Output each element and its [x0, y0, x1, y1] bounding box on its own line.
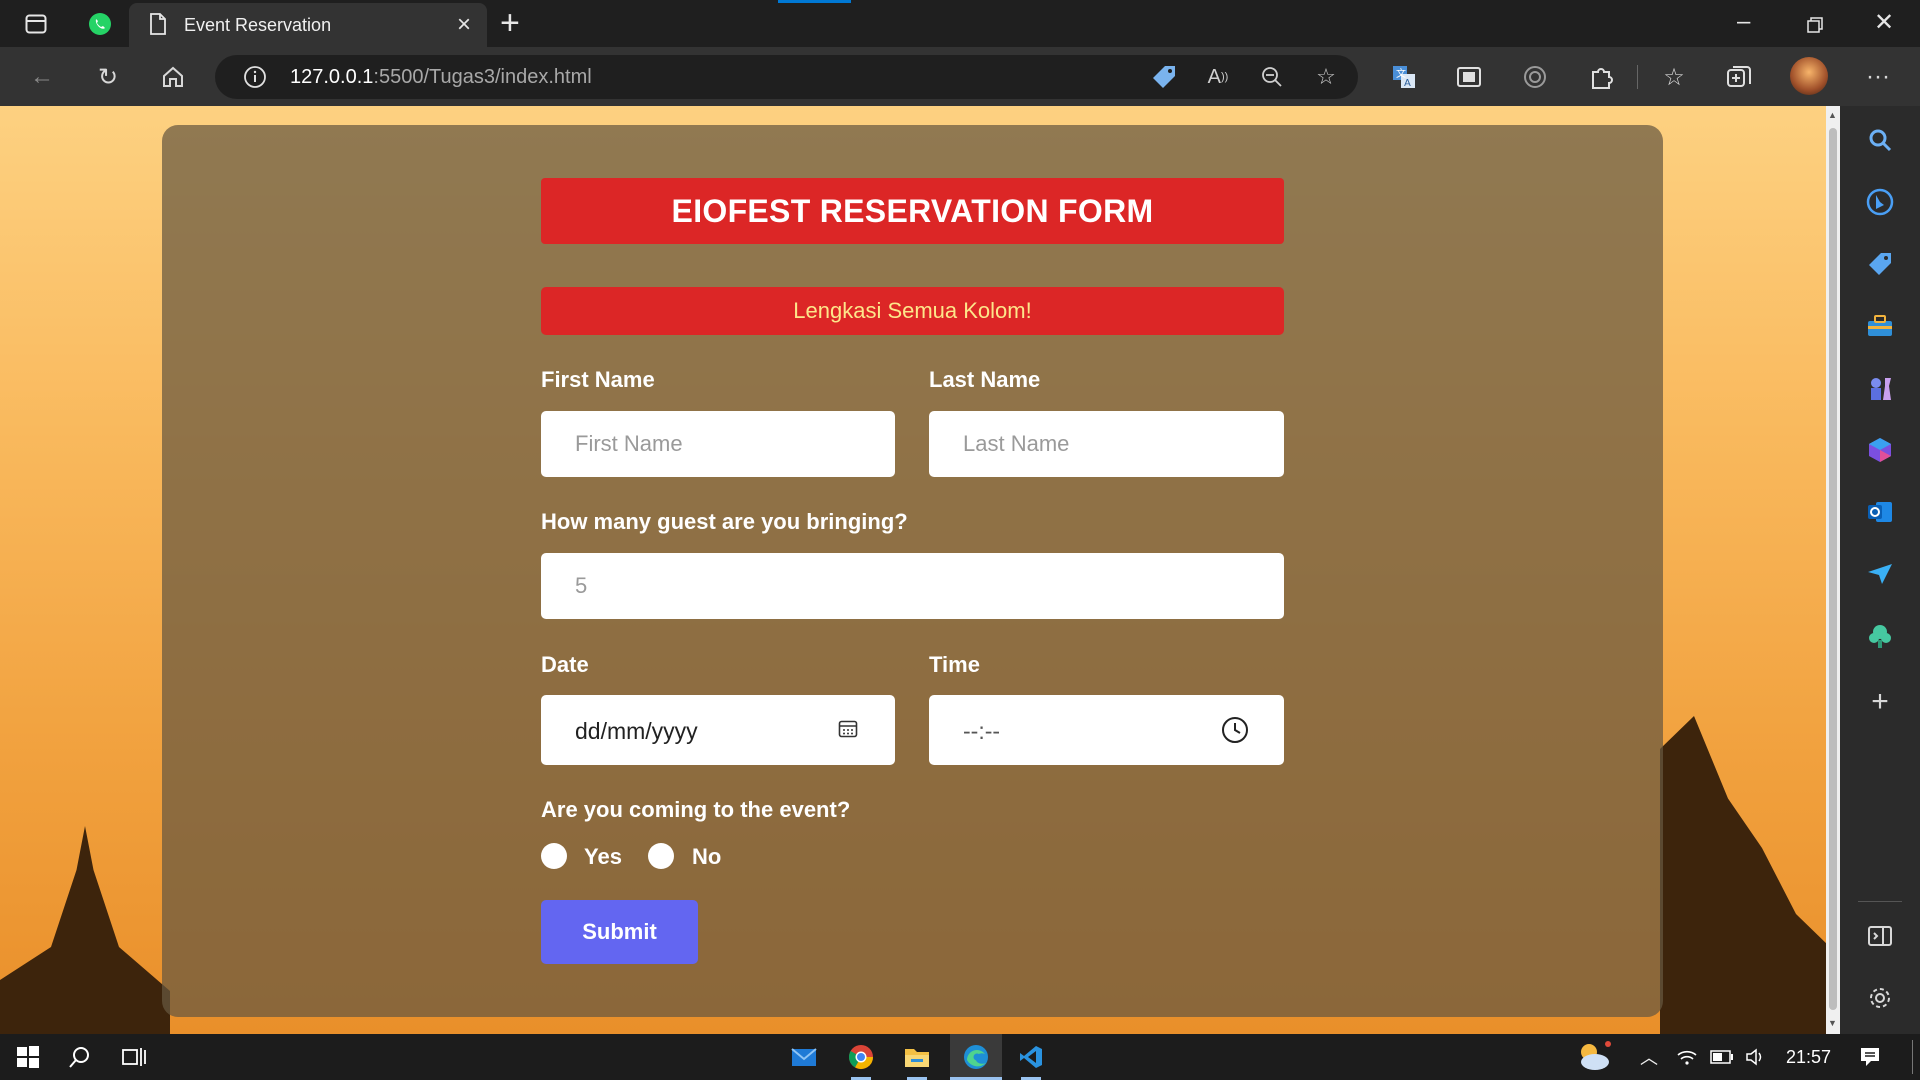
notifications-icon[interactable]: [1850, 1040, 1890, 1074]
favorites-icon[interactable]: ☆: [1658, 61, 1690, 93]
calendar-icon[interactable]: [838, 719, 858, 745]
windows-start-icon[interactable]: [8, 1040, 48, 1074]
clock-icon[interactable]: [1221, 716, 1249, 750]
tab-actions-icon[interactable]: [22, 10, 50, 38]
edge-sidebar: +: [1840, 106, 1920, 1034]
read-aloud-icon[interactable]: A)): [1204, 63, 1232, 91]
attend-label: Are you coming to the event?: [541, 797, 851, 822]
last-name-input[interactable]: [929, 411, 1284, 477]
tree-icon[interactable]: [1864, 620, 1896, 652]
tools-briefcase-icon[interactable]: [1864, 310, 1896, 342]
restore-icon[interactable]: [1807, 12, 1823, 40]
radio-no-label[interactable]: No: [692, 844, 721, 870]
task-view-icon[interactable]: [114, 1040, 154, 1074]
submit-button[interactable]: Submit: [541, 900, 698, 964]
tab-event-reservation[interactable]: Event Reservation ×: [129, 3, 487, 47]
search-icon[interactable]: [1864, 124, 1896, 156]
windows-taskbar: ︿ 21:57: [0, 1034, 1920, 1080]
browser-titlebar: Event Reservation × + – ✕: [0, 0, 1920, 47]
toolbar-divider: [1637, 65, 1638, 89]
shopping-tag-icon[interactable]: [1864, 248, 1896, 280]
browser-toolbar: ← ↻ 127.0.0.1:5500/Tugas3/index.html A))…: [0, 47, 1920, 106]
tracking-prevention-icon[interactable]: [1519, 61, 1551, 93]
svg-text:A: A: [1404, 78, 1411, 89]
time-label: Time: [929, 652, 980, 677]
site-info-icon[interactable]: [241, 63, 269, 91]
microsoft-365-icon[interactable]: [1864, 434, 1896, 466]
first-name-label: First Name: [541, 367, 655, 392]
file-explorer-icon[interactable]: [897, 1040, 937, 1074]
collections-icon[interactable]: [1723, 61, 1755, 93]
date-input[interactable]: dd/mm/yyyy: [541, 695, 895, 765]
back-icon[interactable]: ←: [26, 61, 58, 93]
date-label: Date: [541, 652, 589, 677]
address-bar[interactable]: 127.0.0.1:5500/Tugas3/index.html A)) ☆: [215, 55, 1358, 99]
url-host: 127.0.0.1: [290, 66, 374, 88]
taskbar-search-icon[interactable]: [60, 1040, 100, 1074]
add-sidebar-app-icon[interactable]: +: [1864, 685, 1896, 718]
more-options-icon[interactable]: ···: [1862, 61, 1894, 93]
page-icon: [149, 13, 167, 40]
guests-label: How many guest are you bringing?: [541, 509, 908, 534]
drop-send-icon[interactable]: [1864, 558, 1896, 590]
vscode-app-icon[interactable]: [1011, 1040, 1051, 1074]
edge-app-icon[interactable]: [956, 1040, 996, 1074]
taskbar-clock[interactable]: 21:57: [1786, 1047, 1831, 1068]
immersive-reader-icon[interactable]: [1453, 61, 1485, 93]
radio-yes[interactable]: [541, 843, 567, 869]
profile-avatar[interactable]: [1790, 57, 1828, 95]
weather-icon[interactable]: [1573, 1040, 1613, 1074]
hide-sidebar-icon[interactable]: [1864, 920, 1896, 952]
validation-alert: Lengkasi Semua Kolom!: [541, 287, 1284, 335]
form-title: EIOFEST RESERVATION FORM: [541, 178, 1284, 244]
games-icon[interactable]: [1864, 372, 1896, 404]
zoom-out-icon[interactable]: [1258, 63, 1286, 91]
scroll-up-icon[interactable]: ▲: [1828, 110, 1837, 120]
tab-title: Event Reservation: [184, 15, 332, 35]
page-scrollbar[interactable]: ▲ ▼: [1826, 106, 1840, 1034]
show-desktop-button[interactable]: [1912, 1040, 1913, 1074]
temple-silhouette-left: [0, 826, 170, 1034]
radio-no[interactable]: [648, 843, 674, 869]
chrome-app-icon[interactable]: [841, 1040, 881, 1074]
coupon-tag-icon[interactable]: [1150, 63, 1178, 91]
loading-indicator: [778, 0, 851, 3]
date-placeholder: dd/mm/yyyy: [575, 718, 698, 744]
whatsapp-pinned-tab-icon[interactable]: [86, 10, 114, 38]
temple-silhouette-right: [1660, 716, 1826, 1034]
show-hidden-icons-icon[interactable]: ︿: [1629, 1040, 1669, 1074]
scroll-thumb[interactable]: [1829, 128, 1837, 1010]
volume-icon[interactable]: [1736, 1040, 1776, 1074]
sidebar-settings-icon[interactable]: [1864, 982, 1896, 1014]
add-favorite-icon[interactable]: ☆: [1312, 63, 1340, 91]
url-path: :5500/Tugas3/index.html: [373, 66, 592, 88]
refresh-icon[interactable]: ↻: [92, 61, 124, 93]
new-tab-icon[interactable]: +: [500, 4, 520, 43]
guests-input[interactable]: [541, 553, 1284, 619]
wifi-icon[interactable]: [1667, 1040, 1707, 1074]
last-name-label: Last Name: [929, 367, 1041, 392]
time-placeholder: --:--: [963, 718, 1001, 744]
minimize-icon[interactable]: –: [1737, 8, 1750, 36]
mail-app-icon[interactable]: [784, 1040, 824, 1074]
bing-chat-icon[interactable]: [1864, 186, 1896, 218]
close-tab-icon[interactable]: ×: [457, 11, 471, 39]
first-name-input[interactable]: [541, 411, 895, 477]
translate-icon[interactable]: 文A: [1388, 61, 1420, 93]
radio-yes-label[interactable]: Yes: [584, 844, 622, 870]
outlook-icon[interactable]: [1864, 496, 1896, 528]
time-input[interactable]: --:--: [929, 695, 1284, 765]
url-text: 127.0.0.1:5500/Tugas3/index.html: [290, 66, 592, 89]
sidebar-divider: [1858, 901, 1902, 902]
scroll-down-icon[interactable]: ▼: [1828, 1018, 1837, 1028]
home-icon[interactable]: [157, 61, 189, 93]
close-window-icon[interactable]: ✕: [1874, 8, 1894, 37]
extensions-icon[interactable]: [1585, 61, 1617, 93]
